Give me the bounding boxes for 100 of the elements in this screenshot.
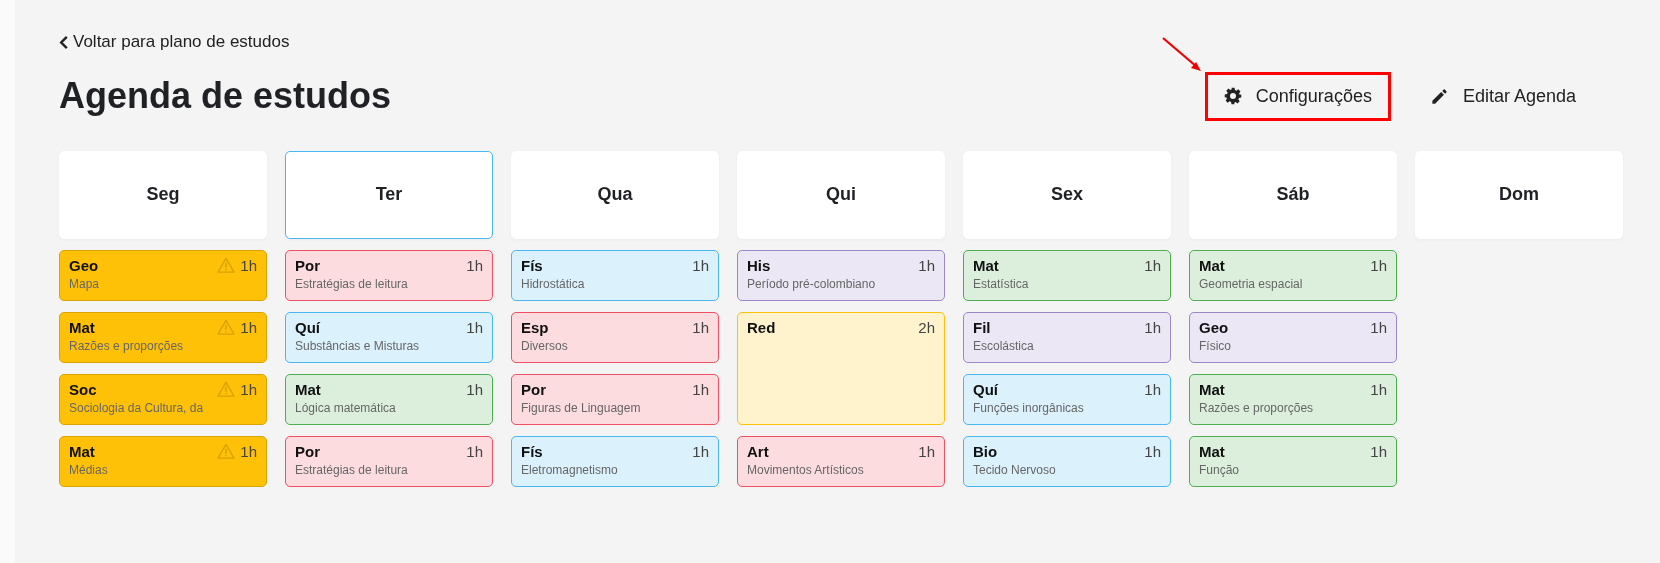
topic-label: Movimentos Artísticos [747, 462, 865, 477]
study-card[interactable]: Mat 1h Função [1189, 435, 1397, 487]
study-card[interactable]: Geo 1h Mapa [59, 249, 267, 301]
duration-label: 1h [1370, 380, 1387, 398]
study-card[interactable]: Mat 1h Lógica matemática [285, 373, 493, 425]
study-card[interactable]: Geo 1h Físico [1189, 311, 1397, 363]
duration-label: 1h [240, 442, 257, 460]
topic-label: Geometria espacial [1199, 276, 1304, 291]
settings-icon [1223, 87, 1242, 105]
subject-label: Fil [973, 318, 991, 336]
topic-label: Escolástica [973, 338, 1035, 353]
subject-label: Esp [521, 318, 549, 336]
duration-label: 1h [240, 318, 257, 336]
subject-label: Art [747, 442, 769, 460]
subject-label: Quí [295, 318, 320, 336]
study-card[interactable]: Mat 1h Estatística [963, 249, 1171, 301]
subject-label: Por [521, 380, 546, 398]
study-card[interactable]: Red 2h [737, 311, 945, 425]
warning-icon [217, 257, 236, 273]
topic-label: Figuras de Linguagem [521, 400, 642, 415]
study-card[interactable]: Mat 1h Geometria espacial [1189, 249, 1397, 301]
duration-label: 1h [1370, 256, 1387, 274]
duration-label: 1h [918, 442, 935, 460]
day-header[interactable]: Sáb [1189, 150, 1397, 239]
subject-label: Quí [973, 380, 998, 398]
subject-label: Mat [69, 442, 95, 460]
study-card[interactable]: Fís 1h Eletromagnetismo [511, 435, 719, 487]
study-card[interactable]: Quí 1h Substâncias e Misturas [285, 311, 493, 363]
subject-label: Geo [69, 256, 99, 274]
study-card[interactable]: Fís 1h Hidrostática [511, 249, 719, 301]
back-link[interactable]: Voltar para plano de estudos [59, 32, 290, 52]
day-header[interactable]: Qui [737, 150, 945, 239]
study-card[interactable]: Quí 1h Funções inorgânicas [963, 373, 1171, 425]
study-card[interactable]: His 1h Período pré-colombiano [737, 249, 945, 301]
day-header[interactable]: Dom [1415, 150, 1623, 239]
study-card[interactable]: Por 1h Figuras de Linguagem [511, 373, 719, 425]
subject-label: Fís [521, 256, 543, 274]
topic-label: Estratégias de leitura [295, 276, 409, 291]
topic-label: Sociologia da Cultura, da [69, 400, 205, 415]
duration-label: 1h [466, 380, 483, 398]
subject-label: Por [295, 256, 320, 274]
edit-button[interactable]: Editar Agenda [1410, 71, 1595, 121]
study-card[interactable]: Por 1h Estratégias de leitura [285, 435, 493, 487]
topic-label: Período pré-colombiano [747, 276, 877, 291]
topic-label: Físico [1199, 338, 1232, 353]
subject-label: Mat [973, 256, 999, 274]
topic-label: Eletromagnetismo [521, 462, 619, 477]
topic-label: Função [1199, 462, 1241, 477]
subject-label: Geo [1199, 318, 1229, 336]
annotation-arrow [1160, 35, 1203, 74]
duration-label: 1h [1144, 442, 1161, 460]
subject-label: Red [747, 318, 776, 336]
study-card[interactable]: Fil 1h Escolástica [963, 311, 1171, 363]
duration-label: 1h [1144, 380, 1161, 398]
chevron-left-icon [59, 34, 69, 50]
page-title: Agenda de estudos [59, 75, 392, 117]
study-card[interactable]: Por 1h Estratégias de leitura [285, 249, 493, 301]
topic-label: Estatística [973, 276, 1030, 291]
topic-label: Razões e proporções [69, 338, 185, 353]
day-header[interactable]: Sex [963, 150, 1171, 239]
subject-label: Fís [521, 442, 543, 460]
study-card[interactable]: Art 1h Movimentos Artísticos [737, 435, 945, 487]
topic-label: Razões e proporções [1199, 400, 1315, 415]
settings-button[interactable]: Configurações [1204, 71, 1391, 121]
subject-label: Mat [1199, 442, 1225, 460]
duration-label: 1h [466, 256, 483, 274]
study-card[interactable]: Esp 1h Diversos [511, 311, 719, 363]
subject-label: Mat [295, 380, 321, 398]
subject-label: Mat [69, 318, 95, 336]
duration-label: 1h [240, 256, 257, 274]
day-header[interactable]: Seg [59, 150, 267, 239]
topic-label: Substâncias e Misturas [295, 338, 421, 353]
day-header[interactable]: Ter [285, 150, 493, 239]
subject-label: Soc [69, 380, 97, 398]
duration-label: 1h [1144, 256, 1161, 274]
duration-label: 2h [918, 318, 935, 336]
subject-label: Bio [973, 442, 998, 460]
warning-icon [217, 443, 236, 459]
pencil-icon [1429, 86, 1449, 106]
subject-label: Por [295, 442, 320, 460]
duration-label: 1h [692, 380, 709, 398]
duration-label: 1h [918, 256, 935, 274]
study-card[interactable]: Mat 1h Razões e proporções [59, 311, 267, 363]
topic-label: Tecido Nervoso [973, 462, 1057, 477]
duration-label: 1h [692, 256, 709, 274]
study-card[interactable]: Soc 1h Sociologia da Cultura, da [59, 373, 267, 425]
warning-icon [217, 319, 236, 335]
study-card[interactable]: Mat 1h Razões e proporções [1189, 373, 1397, 425]
topic-label: Diversos [521, 338, 569, 353]
topic-label: Funções inorgânicas [973, 400, 1085, 415]
duration-label: 1h [240, 380, 257, 398]
subject-label: Mat [1199, 256, 1225, 274]
study-card[interactable]: Mat 1h Médias [59, 435, 267, 487]
duration-label: 1h [466, 318, 483, 336]
day-header[interactable]: Qua [511, 150, 719, 239]
duration-label: 1h [692, 442, 709, 460]
duration-label: 1h [466, 442, 483, 460]
study-card[interactable]: Bio 1h Tecido Nervoso [963, 435, 1171, 487]
topic-label: Mapa [69, 276, 101, 291]
warning-icon [217, 381, 236, 397]
